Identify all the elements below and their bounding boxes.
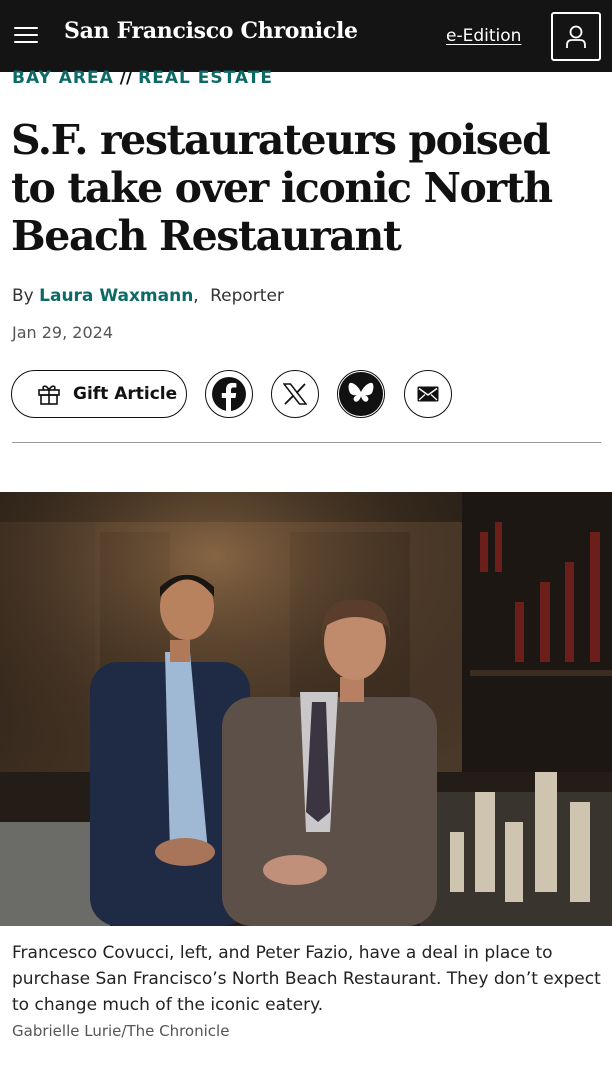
bluesky-icon (338, 371, 384, 417)
kicker-separator: // (119, 68, 133, 88)
author-role: Reporter (210, 286, 284, 306)
kicker-section-link[interactable]: REAL ESTATE (138, 68, 273, 88)
kicker-region-link[interactable]: BAY AREA (12, 68, 114, 88)
email-icon (417, 386, 439, 402)
byline-prefix: By (12, 286, 34, 306)
x-icon (283, 383, 307, 405)
gift-article-button[interactable]: Gift Article (11, 370, 187, 418)
publish-date: Jan 29, 2024 (12, 323, 113, 342)
gift-article-label: Gift Article (73, 384, 178, 404)
site-logo[interactable]: San Francisco Chronicle (64, 18, 358, 44)
section-divider (12, 442, 601, 443)
share-bluesky-button[interactable] (337, 370, 385, 418)
photo-caption: Francesco Covucci, left, and Peter Fazio… (12, 943, 601, 1015)
share-email-button[interactable] (404, 370, 452, 418)
share-x-button[interactable] (271, 370, 319, 418)
site-header: San Francisco Chronicle e-Edition (0, 0, 612, 72)
user-icon (566, 25, 586, 48)
article-kicker: BAY AREA//REAL ESTATE (12, 68, 273, 88)
byline: By Laura Waxmann, Reporter (12, 286, 284, 306)
gift-icon (38, 385, 60, 405)
e-edition-link[interactable]: e-Edition (446, 26, 521, 46)
hamburger-menu-icon[interactable] (14, 27, 38, 45)
author-link[interactable]: Laura Waxmann (39, 286, 193, 306)
photo-credit: Gabrielle Lurie/The Chronicle (12, 1022, 230, 1040)
article-photo[interactable] (0, 492, 612, 926)
article-headline: S.F. restaurateurs poised to take over i… (11, 116, 553, 260)
account-button[interactable] (551, 12, 601, 61)
byline-separator: , (193, 286, 199, 306)
share-facebook-button[interactable] (205, 370, 253, 418)
facebook-icon (212, 377, 246, 412)
